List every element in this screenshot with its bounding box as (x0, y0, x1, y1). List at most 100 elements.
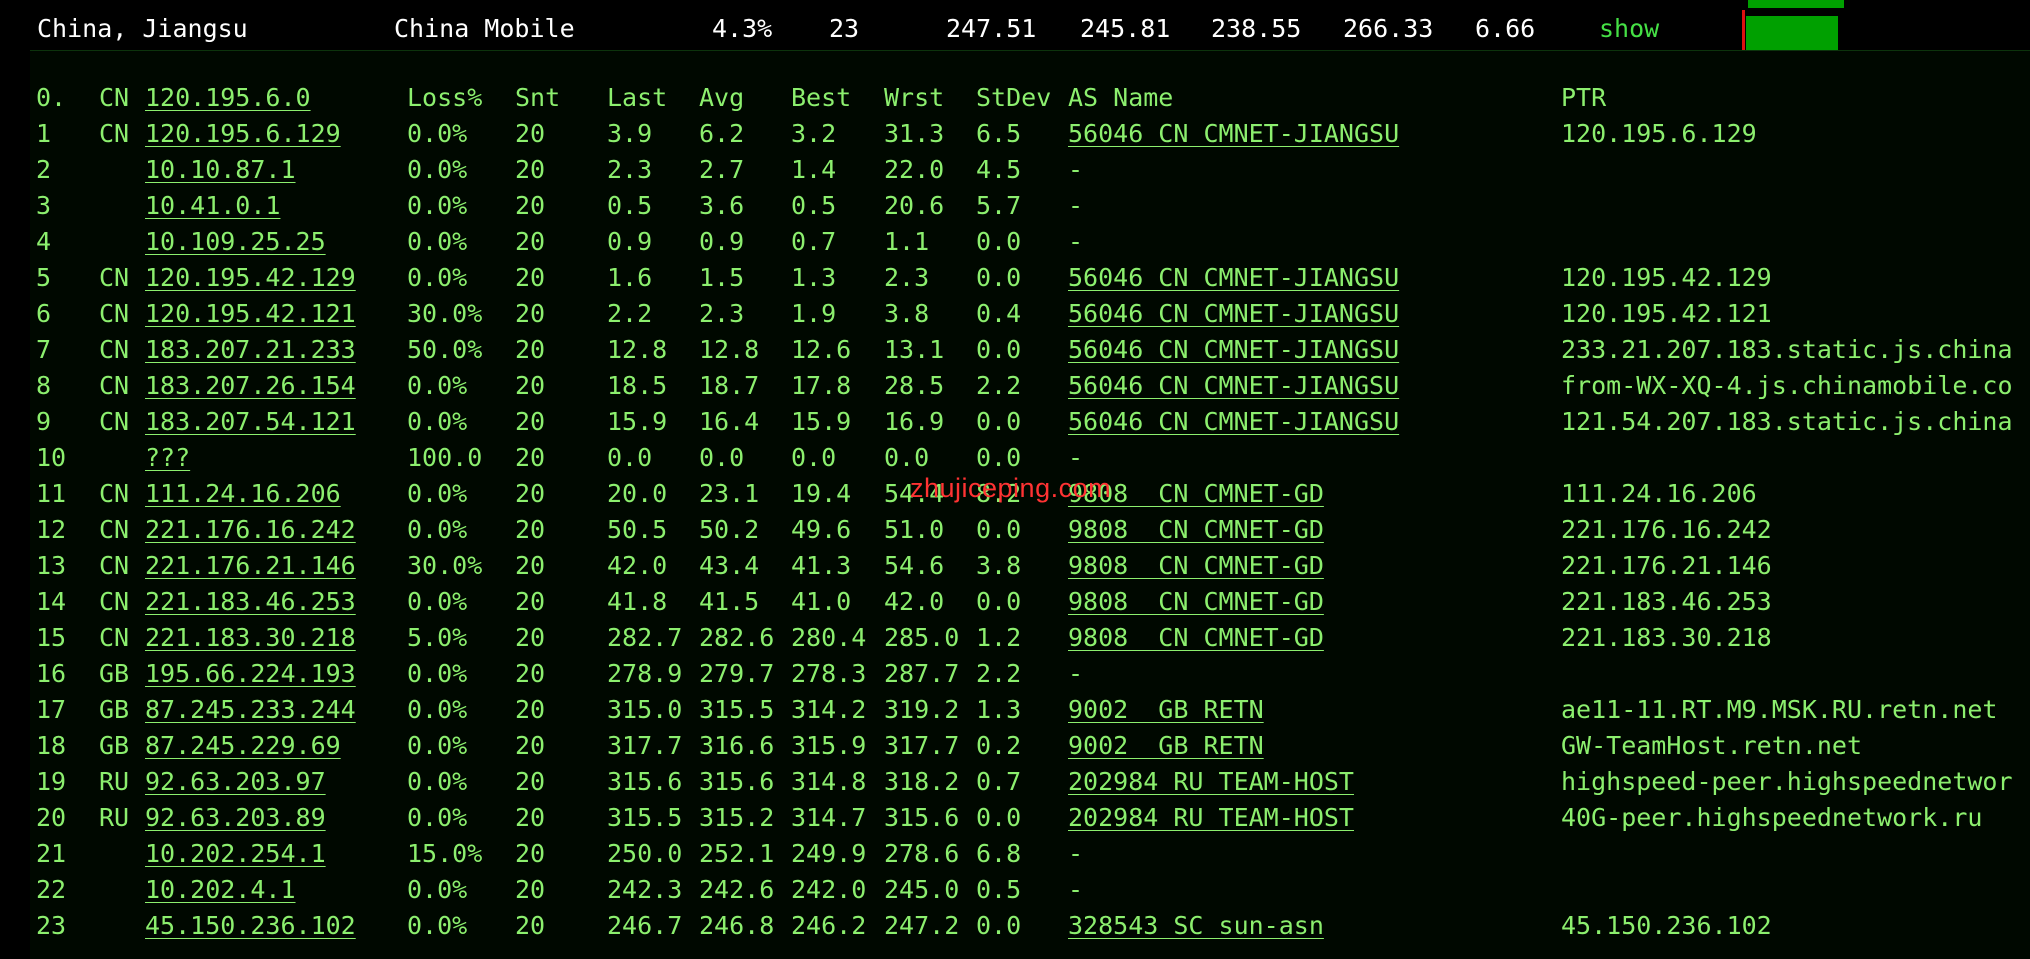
hop-host-link[interactable]: 10.109.25.25 (145, 224, 326, 260)
hop-ptr: 221.176.21.146 (1561, 551, 1772, 580)
show-link[interactable]: show (1599, 11, 1659, 47)
hop-as-name[interactable]: 202984 RU TEAM-HOST (1068, 800, 1354, 836)
hop-as-name[interactable]: 56046 CN CMNET-JIANGSU (1068, 260, 1399, 296)
hop-host-link[interactable]: 183.207.54.121 (145, 404, 356, 440)
hop-best: 0.5 (791, 191, 837, 220)
col-country: CN (99, 83, 130, 112)
hop-ptr: 233.21.207.183.static.js.china (1561, 335, 2013, 364)
hop-as-name[interactable]: 9808 CN CMNET-GD (1068, 548, 1324, 584)
hop-as-name[interactable]: 56046 CN CMNET-JIANGSU (1068, 296, 1399, 332)
hop-best: 49.6 (791, 515, 852, 544)
hop-host-link[interactable]: 120.195.42.121 (145, 296, 356, 332)
hop-country: GB (99, 731, 130, 760)
hop-last: 3.9 (607, 119, 653, 148)
hop-host-link[interactable]: 221.176.16.242 (145, 512, 356, 548)
hop-wrst: 285.0 (884, 623, 960, 652)
hop-ptr: from-WX-XQ-4.js.chinamobile.co (1561, 371, 2013, 400)
hop-as-name[interactable]: 328543 SC sun-asn (1068, 908, 1324, 944)
hop-as-name[interactable]: 56046 CN CMNET-JIANGSU (1068, 116, 1399, 152)
hop-snt: 20 (515, 803, 546, 832)
hop-snt: 20 (515, 227, 546, 256)
hop-avg: 43.4 (699, 551, 760, 580)
hop-avg: 246.8 (699, 911, 775, 940)
hop-host-link[interactable]: 87.245.229.69 (145, 728, 341, 764)
hop-country: GB (99, 659, 130, 688)
hop-stdev: 0.0 (976, 335, 1022, 364)
hop-best: 15.9 (791, 407, 852, 436)
hop-host-link[interactable]: 221.176.21.146 (145, 548, 356, 584)
hop-as-name[interactable]: 202984 RU TEAM-HOST (1068, 764, 1354, 800)
hop-best: 280.4 (791, 623, 867, 652)
table-row: 9 CN 183.207.54.121 0.0% 20 15.9 16.4 15.9 16.9 0… (30, 404, 2030, 440)
hop-host-link[interactable]: 10.202.254.1 (145, 836, 326, 872)
hop-loss: 0.0% (407, 911, 468, 940)
hop-snt: 20 (515, 911, 546, 940)
hop-loss: 0.0% (407, 227, 468, 256)
hop-avg: 2.7 (699, 155, 745, 184)
hop-number: 5 (36, 263, 52, 292)
hop-stdev: 6.8 (976, 839, 1022, 868)
hop-host-link[interactable]: 120.195.42.129 (145, 260, 356, 296)
hop-snt: 20 (515, 767, 546, 796)
terminal-window[interactable]: China, Jiangsu China Mobile 4.3% 23 247.… (30, 0, 2030, 959)
hop-wrst: 245.0 (884, 875, 960, 904)
hop-snt: 20 (515, 551, 546, 580)
hop-host-link[interactable]: 221.183.46.253 (145, 584, 356, 620)
hop-host-link[interactable]: 195.66.224.193 (145, 656, 356, 692)
hop-stdev: 3.8 (976, 551, 1022, 580)
hop-host-link[interactable]: 87.245.233.244 (145, 692, 356, 728)
hop-ptr: ae11-11.RT.M9.MSK.RU.retn.net (1561, 695, 1998, 724)
hop-as-name: - (1068, 839, 1084, 868)
hop-number: 7 (36, 335, 52, 364)
hop-last: 250.0 (607, 839, 683, 868)
hop-stdev: 0.2 (976, 731, 1022, 760)
hop-stdev: 5.7 (976, 191, 1022, 220)
hop-host-link[interactable]: 221.183.30.218 (145, 620, 356, 656)
hop-as-name[interactable]: 56046 CN CMNET-JIANGSU (1068, 332, 1399, 368)
hop-host-link[interactable]: 10.41.0.1 (145, 188, 280, 224)
hop-loss: 0.0% (407, 875, 468, 904)
hop-host-link[interactable]: 10.10.87.1 (145, 152, 296, 188)
hop-as-name[interactable]: 56046 CN CMNET-JIANGSU (1068, 404, 1399, 440)
table-row: 19 RU 92.63.203.97 0.0% 20 315.6 315.6 314.8 318… (30, 764, 2030, 800)
hop-host-link[interactable]: 120.195.6.129 (145, 116, 341, 152)
hop-avg: 23.1 (699, 479, 760, 508)
col-snt: Snt (515, 83, 561, 112)
col-host[interactable]: 120.195.6.0 (145, 80, 311, 116)
table-row: 14 CN 221.183.46.253 0.0% 20 41.8 41.5 41.0 42.0… (30, 584, 2030, 620)
hop-host-link[interactable]: ??? (145, 440, 190, 476)
hop-country: CN (99, 479, 130, 508)
table-row: 10??? 100.0 20 0.0 0.0 0.0 0.0 0.0 - (30, 440, 2030, 476)
hop-snt: 20 (515, 515, 546, 544)
col-last: Last (607, 83, 668, 112)
hop-host-link[interactable]: 45.150.236.102 (145, 908, 356, 944)
hop-as-name: - (1068, 191, 1084, 220)
hop-host-link[interactable]: 183.207.21.233 (145, 332, 356, 368)
hop-host-link[interactable]: 111.24.16.206 (145, 476, 341, 512)
hop-country: CN (99, 263, 130, 292)
hop-loss: 0.0% (407, 263, 468, 292)
hop-snt: 20 (515, 155, 546, 184)
hop-number: 21 (36, 839, 67, 868)
hop-number: 3 (36, 191, 52, 220)
hop-host-link[interactable]: 10.202.4.1 (145, 872, 296, 908)
hop-ptr: 120.195.6.129 (1561, 119, 1757, 148)
hop-stdev: 1.3 (976, 695, 1022, 724)
hop-host-link[interactable]: 183.207.26.154 (145, 368, 356, 404)
hop-snt: 20 (515, 695, 546, 724)
hop-as-name[interactable]: 56046 CN CMNET-JIANGSU (1068, 368, 1399, 404)
hop-host-link[interactable]: 92.63.203.89 (145, 800, 326, 836)
hop-as-name[interactable]: 9808 CN CMNET-GD (1068, 512, 1324, 548)
hop-wrst: 318.2 (884, 767, 960, 796)
hop-as-name[interactable]: 9002 GB RETN (1068, 728, 1264, 764)
hop-as-name[interactable]: 9808 CN CMNET-GD (1068, 620, 1324, 656)
hop-wrst: 16.9 (884, 407, 945, 436)
hop-loss: 0.0% (407, 119, 468, 148)
hop-loss: 15.0% (407, 839, 483, 868)
hop-as-name[interactable]: 9002 GB RETN (1068, 692, 1264, 728)
hop-best: 314.8 (791, 767, 867, 796)
hop-avg: 0.9 (699, 227, 745, 256)
hop-host-link[interactable]: 92.63.203.97 (145, 764, 326, 800)
hop-as-name[interactable]: 9808 CN CMNET-GD (1068, 584, 1324, 620)
table-row: 4 10.109.25.25 0.0% 20 0.9 0.9 0.7 1.1 0.0 - (30, 224, 2030, 260)
